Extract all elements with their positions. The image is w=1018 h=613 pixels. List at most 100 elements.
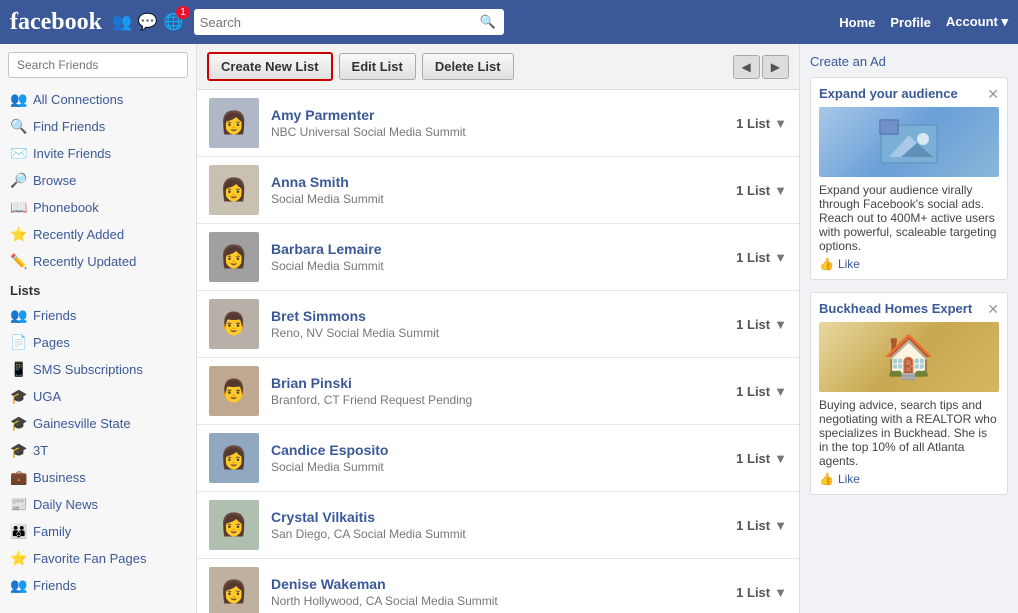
- friend-list-badge[interactable]: 1 List ▼: [736, 384, 787, 399]
- sidebar-item-label: UGA: [33, 389, 61, 404]
- friend-name: Brian Pinski: [271, 375, 726, 391]
- edit-list-button[interactable]: Edit List: [339, 53, 416, 80]
- ad-close-icon[interactable]: ✕: [987, 301, 999, 318]
- avatar: 👩: [209, 232, 259, 282]
- profile-nav-link[interactable]: Profile: [890, 15, 930, 30]
- sidebar-item-label: Browse: [33, 173, 76, 188]
- sidebar-item-label: Recently Added: [33, 227, 124, 242]
- ad-card-1: ✕ Expand your audience Expand your audie…: [810, 77, 1008, 280]
- sidebar-item-3t[interactable]: 🎓 3T: [0, 437, 196, 464]
- sidebar-item-sms-subscriptions[interactable]: 📱 SMS Subscriptions: [0, 356, 196, 383]
- list-dropdown-icon: ▼: [774, 183, 787, 198]
- list-count: 1 List: [736, 116, 770, 131]
- notification-badge: 1: [176, 6, 190, 19]
- sidebar-item-friends[interactable]: 👥 Friends: [0, 302, 196, 329]
- list-count: 1 List: [736, 250, 770, 265]
- friend-list-badge[interactable]: 1 List ▼: [736, 116, 787, 131]
- friends-request-icon[interactable]: 👥: [112, 12, 132, 32]
- main-layout: 👥 All Connections 🔍 Find Friends ✉️ Invi…: [0, 44, 1018, 613]
- recently-updated-icon: ✏️: [10, 253, 26, 270]
- invite-friends-icon: ✉️: [10, 145, 26, 162]
- delete-list-button[interactable]: Delete List: [422, 53, 514, 80]
- sidebar-item-invite-friends[interactable]: ✉️ Invite Friends: [0, 140, 196, 167]
- friend-subtitle: Branford, CT Friend Request Pending: [271, 393, 726, 407]
- sidebar-item-label: Business: [33, 470, 86, 485]
- avatar: 👩: [209, 567, 259, 613]
- friend-subtitle: Social Media Summit: [271, 460, 726, 474]
- sidebar-item-label: Pages: [33, 335, 70, 350]
- pages-icon: 📄: [10, 334, 26, 351]
- table-row[interactable]: 👨 Bret Simmons Reno, NV Social Media Sum…: [197, 291, 799, 358]
- avatar: 👩: [209, 165, 259, 215]
- table-row[interactable]: 👩 Barbara Lemaire Social Media Summit 1 …: [197, 224, 799, 291]
- table-row[interactable]: 👩 Amy Parmenter NBC Universal Social Med…: [197, 90, 799, 157]
- ad-body: Expand your audience virally through Fac…: [819, 183, 999, 253]
- messages-icon[interactable]: 💬: [138, 12, 158, 32]
- sidebar-item-business[interactable]: 💼 Business: [0, 464, 196, 491]
- table-row[interactable]: 👩 Crystal Vilkaitis San Diego, CA Social…: [197, 492, 799, 559]
- browse-icon: 🔎: [10, 172, 26, 189]
- sidebar-item-pages[interactable]: 📄 Pages: [0, 329, 196, 356]
- friend-list-badge[interactable]: 1 List ▼: [736, 585, 787, 600]
- favorite-fan-pages-icon: ⭐: [10, 550, 26, 567]
- list-count: 1 List: [736, 451, 770, 466]
- right-sidebar: Create an Ad ✕ Expand your audience Expa…: [800, 44, 1018, 613]
- sidebar-item-find-friends[interactable]: 🔍 Find Friends: [0, 113, 196, 140]
- sidebar-item-phonebook[interactable]: 📖 Phonebook: [0, 194, 196, 221]
- friend-info: Crystal Vilkaitis San Diego, CA Social M…: [271, 509, 726, 541]
- create-ad-link[interactable]: Create an Ad: [810, 54, 1008, 69]
- ad-title: Buckhead Homes Expert: [819, 301, 999, 316]
- search-friends-input[interactable]: [8, 52, 188, 78]
- list-dropdown-icon: ▼: [774, 317, 787, 332]
- table-row[interactable]: 👨 Brian Pinski Branford, CT Friend Reque…: [197, 358, 799, 425]
- home-nav-link[interactable]: Home: [839, 15, 875, 30]
- search-input[interactable]: [200, 15, 480, 30]
- friend-subtitle: North Hollywood, CA Social Media Summit: [271, 594, 726, 608]
- table-row[interactable]: 👩 Denise Wakeman North Hollywood, CA Soc…: [197, 559, 799, 613]
- search-bar: 🔍: [194, 9, 504, 35]
- ad-close-icon[interactable]: ✕: [987, 86, 999, 103]
- search-submit-icon[interactable]: 🔍: [480, 14, 496, 30]
- all-connections-icon: 👥: [10, 91, 26, 108]
- list-count: 1 List: [736, 183, 770, 198]
- sidebar-item-friends2[interactable]: 👥 Friends: [0, 572, 196, 599]
- friend-list-badge[interactable]: 1 List ▼: [736, 250, 787, 265]
- table-row[interactable]: 👩 Candice Esposito Social Media Summit 1…: [197, 425, 799, 492]
- friend-list-badge[interactable]: 1 List ▼: [736, 317, 787, 332]
- sidebar-item-favorite-fan-pages[interactable]: ⭐ Favorite Fan Pages: [0, 545, 196, 572]
- table-row[interactable]: 👩 Anna Smith Social Media Summit 1 List …: [197, 157, 799, 224]
- friend-name: Candice Esposito: [271, 442, 726, 458]
- sidebar-item-daily-news[interactable]: 📰 Daily News: [0, 491, 196, 518]
- list-count: 1 List: [736, 585, 770, 600]
- prev-arrow-button[interactable]: ◀: [733, 55, 760, 79]
- ad-like-button[interactable]: 👍 Like: [819, 472, 999, 486]
- friends2-icon: 👥: [10, 577, 26, 594]
- avatar: 👩: [209, 500, 259, 550]
- toolbar: Create New List Edit List Delete List ◀ …: [197, 44, 799, 90]
- sidebar-item-label: Phonebook: [33, 200, 99, 215]
- sidebar-item-all-connections[interactable]: 👥 All Connections: [0, 86, 196, 113]
- nav-arrows-container: ◀ ▶: [733, 55, 789, 79]
- sidebar-item-family[interactable]: 👪 Family: [0, 518, 196, 545]
- friend-list-badge[interactable]: 1 List ▼: [736, 183, 787, 198]
- sidebar-item-browse[interactable]: 🔎 Browse: [0, 167, 196, 194]
- account-nav-button[interactable]: Account ▾: [946, 14, 1008, 30]
- friend-list-badge[interactable]: 1 List ▼: [736, 518, 787, 533]
- business-icon: 💼: [10, 469, 26, 486]
- sidebar-item-recently-added[interactable]: ⭐ Recently Added: [0, 221, 196, 248]
- sidebar-item-gainesville[interactable]: 🎓 Gainesville State: [0, 410, 196, 437]
- daily-news-icon: 📰: [10, 496, 26, 513]
- list-dropdown-icon: ▼: [774, 585, 787, 600]
- next-arrow-button[interactable]: ▶: [762, 55, 789, 79]
- list-count: 1 List: [736, 317, 770, 332]
- create-new-list-button[interactable]: Create New List: [207, 52, 333, 81]
- sidebar-item-label: Favorite Fan Pages: [33, 551, 146, 566]
- sidebar-item-recently-updated[interactable]: ✏️ Recently Updated: [0, 248, 196, 275]
- friend-name: Denise Wakeman: [271, 576, 726, 592]
- notifications-icon[interactable]: 🌐 1: [164, 12, 184, 32]
- ad-like-button[interactable]: 👍 Like: [819, 257, 999, 271]
- like-label: Like: [838, 257, 860, 271]
- sidebar-item-uga[interactable]: 🎓 UGA: [0, 383, 196, 410]
- friend-list-badge[interactable]: 1 List ▼: [736, 451, 787, 466]
- nav-right-links: Home Profile Account ▾: [839, 14, 1008, 30]
